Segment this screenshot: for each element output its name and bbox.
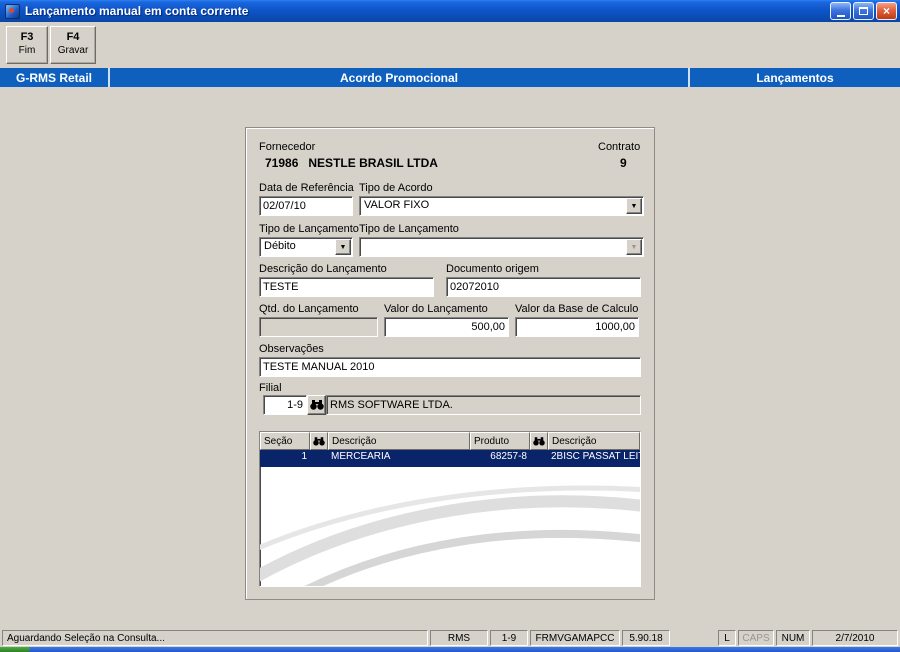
- documento-label: Documento origem: [446, 263, 539, 275]
- binoculars-icon: [309, 400, 324, 410]
- items-grid: Seção Descrição Produto Descrição 1 MERC…: [259, 431, 641, 587]
- status-message: Aguardando Seleção na Consulta...: [2, 630, 428, 646]
- cell-spacer: [310, 450, 328, 467]
- cell-descricao1: MERCEARIA: [331, 451, 391, 462]
- chevron-down-icon: ▼: [626, 239, 642, 255]
- status-date: 2/7/2010: [812, 630, 898, 646]
- title-bar[interactable]: Lançamento manual em conta corrente ×: [0, 0, 900, 22]
- maximize-button[interactable]: [853, 2, 874, 20]
- descricao-label: Descrição do Lançamento: [259, 263, 387, 275]
- form-panel: Fornecedor 71986 NESTLE BRASIL LTDA Cont…: [245, 127, 655, 600]
- tipo-lancamento-select[interactable]: Débito ▼: [259, 237, 353, 257]
- status-spacer: [672, 630, 716, 646]
- filial-search-button[interactable]: [307, 395, 326, 415]
- start-button[interactable]: [0, 647, 30, 652]
- tipo-lancamento-label: Tipo de Lançamento: [259, 223, 359, 235]
- minimize-button[interactable]: [830, 2, 851, 20]
- cell-produto: 68257-8: [490, 451, 527, 462]
- swoosh-watermark: [260, 485, 640, 586]
- observacoes-label: Observações: [259, 343, 324, 355]
- column-header-descricao1[interactable]: Descrição: [328, 432, 470, 450]
- status-program: FRMVGAMAPCC: [530, 630, 620, 646]
- header-product: G-RMS Retail: [0, 68, 110, 87]
- window-title: Lançamento manual em conta corrente: [25, 4, 249, 18]
- fornecedor-name: NESTLE BRASIL LTDA: [308, 156, 438, 170]
- close-button[interactable]: ×: [876, 2, 897, 20]
- contrato-label: Contrato: [598, 141, 641, 153]
- documento-input[interactable]: [446, 277, 641, 297]
- valor-label: Valor do Lançamento: [384, 303, 488, 315]
- binoculars-icon: [533, 436, 545, 446]
- valor-input[interactable]: [384, 317, 509, 337]
- tipo-lancamento2-select: ▼: [359, 237, 644, 257]
- tipo-lancamento2-label: Tipo de Lançamento: [359, 223, 459, 235]
- qtd-label: Qtd. do Lançamento: [259, 303, 359, 315]
- fornecedor-label: Fornecedor: [259, 141, 316, 153]
- data-referencia-label: Data de Referência: [259, 182, 354, 194]
- column-header-descricao2[interactable]: Descrição: [548, 432, 640, 450]
- descricao-input[interactable]: [259, 277, 434, 297]
- app-window: Lançamento manual em conta corrente × F3…: [0, 0, 900, 652]
- qtd-input: [259, 317, 378, 337]
- toolbar: F3 Fim F4 Gravar: [0, 22, 900, 68]
- binoculars-icon: [313, 436, 325, 446]
- status-version: 5.90.18: [622, 630, 670, 646]
- fim-key: F3: [20, 31, 34, 43]
- gravar-button[interactable]: F4 Gravar: [50, 26, 96, 64]
- table-row[interactable]: 1 MERCEARIA 68257-8 2BISC PASSAT LEITE+B…: [260, 450, 640, 467]
- base-calculo-input[interactable]: [515, 317, 639, 337]
- status-system: RMS: [430, 630, 488, 646]
- observacoes-input[interactable]: [259, 357, 641, 377]
- filial-name-field: [326, 395, 641, 415]
- status-num-indicator: NUM: [776, 630, 810, 646]
- produto-search-button[interactable]: [530, 432, 548, 450]
- chevron-down-icon[interactable]: ▼: [626, 198, 642, 214]
- status-branch: 1-9: [490, 630, 528, 646]
- cell-descricao2: 2BISC PASSAT LEITE+BO: [551, 451, 640, 462]
- status-l-indicator: L: [718, 630, 736, 646]
- tipo-acordo-label: Tipo de Acordo: [359, 182, 433, 194]
- status-caps-indicator: CAPS: [738, 630, 774, 646]
- base-calculo-label: Valor da Base de Calculo: [515, 303, 639, 315]
- app-icon: [5, 3, 20, 19]
- gravar-key: F4: [66, 31, 80, 43]
- data-referencia-input[interactable]: [259, 196, 353, 216]
- filial-code-input[interactable]: [263, 395, 307, 415]
- header-section: Lançamentos: [756, 70, 834, 85]
- fornecedor-value: 71986 NESTLE BRASIL LTDA: [265, 156, 438, 170]
- status-bar: Aguardando Seleção na Consulta... RMS 1-…: [0, 629, 900, 647]
- cell-spacer: [530, 450, 548, 467]
- column-header-secao[interactable]: Seção: [260, 432, 310, 450]
- filial-label: Filial: [259, 382, 282, 394]
- chevron-down-icon[interactable]: ▼: [335, 239, 351, 255]
- tipo-lancamento2-value: [360, 238, 643, 240]
- fim-button[interactable]: F3 Fim: [6, 26, 48, 64]
- minimize-icon: [836, 14, 845, 17]
- secao-search-button[interactable]: [310, 432, 328, 450]
- contrato-value: 9: [620, 156, 627, 170]
- app-header: G-RMS Retail Acordo Promocional Lançamen…: [0, 68, 900, 87]
- fornecedor-code: 71986: [265, 156, 299, 170]
- column-header-produto[interactable]: Produto: [470, 432, 530, 450]
- gravar-label: Gravar: [57, 45, 89, 56]
- close-icon: ×: [882, 4, 890, 18]
- taskbar[interactable]: [0, 647, 900, 652]
- fim-label: Fim: [18, 45, 36, 56]
- tipo-acordo-value: VALOR FIXO: [364, 199, 430, 211]
- tipo-acordo-select[interactable]: VALOR FIXO ▼: [359, 196, 644, 216]
- cell-secao: 1: [301, 451, 307, 462]
- maximize-icon: [859, 7, 868, 15]
- header-module: Acordo Promocional: [110, 68, 690, 87]
- grid-header: Seção Descrição Produto Descrição: [260, 432, 640, 450]
